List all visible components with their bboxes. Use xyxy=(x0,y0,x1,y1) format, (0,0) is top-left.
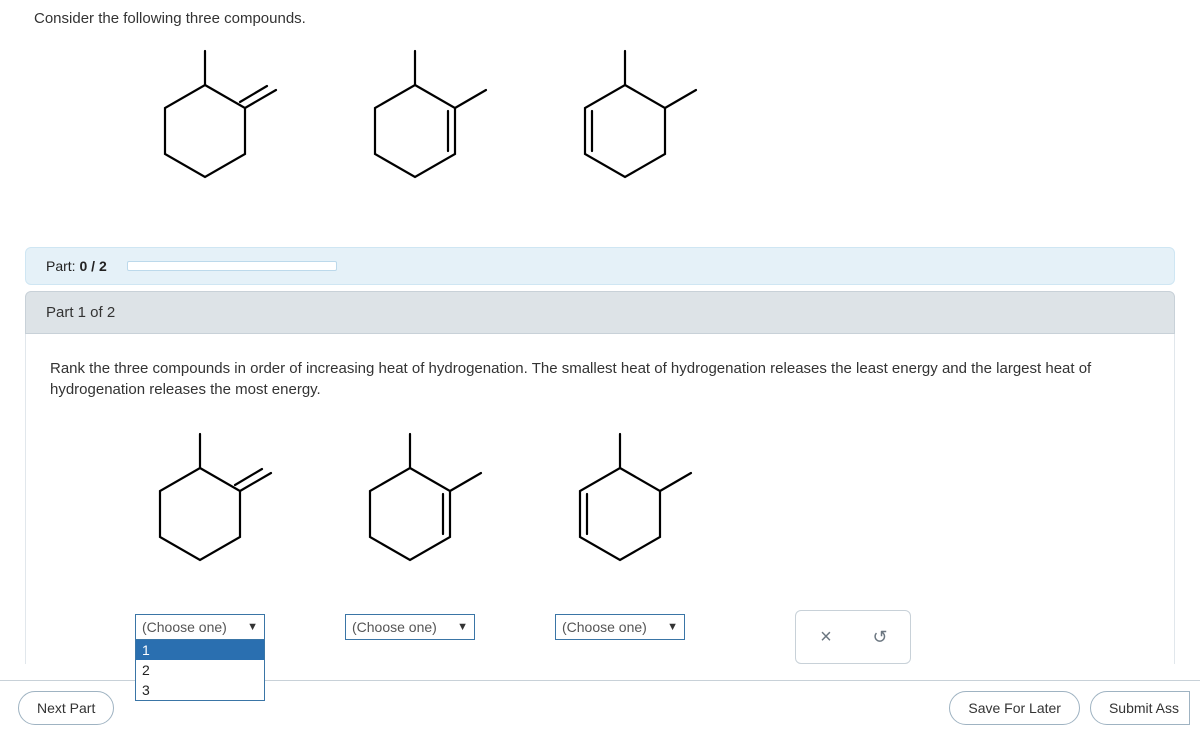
reset-icon: ↺ xyxy=(872,627,887,648)
rank-select-1-dropdown: 1 2 3 xyxy=(135,640,265,701)
submit-assignment-button[interactable]: Submit Ass xyxy=(1090,691,1190,725)
compounds-row-top xyxy=(0,27,1200,237)
save-for-later-button[interactable]: Save For Later xyxy=(949,691,1080,725)
progress-label: Part: 0 / 2 xyxy=(46,258,107,274)
compound-1-answer xyxy=(115,420,285,590)
compounds-row-answer xyxy=(50,410,1150,620)
compound-2-answer xyxy=(325,420,495,590)
rank-option-2[interactable]: 2 xyxy=(136,660,264,680)
part-progress-bar: Part: 0 / 2 xyxy=(25,247,1175,285)
compound-2 xyxy=(330,37,500,207)
rank-select-1-placeholder: (Choose one) xyxy=(142,619,227,635)
part-header: Part 1 of 2 xyxy=(25,291,1175,334)
close-icon: × xyxy=(820,626,832,649)
caret-down-icon: ▼ xyxy=(457,621,468,633)
rank-option-1[interactable]: 1 xyxy=(136,640,264,660)
footer-right: Save For Later Submit Ass xyxy=(949,691,1190,725)
part-body: Rank the three compounds in order of inc… xyxy=(25,334,1175,664)
compound-1 xyxy=(120,37,290,207)
reset-button[interactable]: ↺ xyxy=(868,625,892,649)
rank-select-1[interactable]: (Choose one) ▼ xyxy=(135,614,265,640)
question-stem: Consider the following three compounds. xyxy=(0,0,1200,27)
compound-3 xyxy=(540,37,710,207)
rank-select-3-placeholder: (Choose one) xyxy=(562,619,647,635)
compound-3-answer xyxy=(535,420,705,590)
answer-tools: × ↺ xyxy=(795,610,911,664)
caret-down-icon: ▼ xyxy=(667,621,678,633)
rank-select-2[interactable]: (Choose one) ▼ xyxy=(345,614,475,640)
clear-button[interactable]: × xyxy=(814,625,838,649)
question-prompt: Rank the three compounds in order of inc… xyxy=(50,358,1150,400)
caret-down-icon: ▼ xyxy=(247,621,258,633)
progress-track xyxy=(127,261,337,271)
rank-select-2-wrap: (Choose one) ▼ xyxy=(345,614,475,640)
rank-select-1-wrap: (Choose one) ▼ 1 2 3 xyxy=(135,614,265,640)
rank-select-3-wrap: (Choose one) ▼ xyxy=(555,614,685,640)
rank-select-3[interactable]: (Choose one) ▼ xyxy=(555,614,685,640)
rank-select-2-placeholder: (Choose one) xyxy=(352,619,437,635)
answer-selects-row: (Choose one) ▼ 1 2 3 (Choose one) ▼ xyxy=(50,614,1150,664)
next-part-button[interactable]: Next Part xyxy=(18,691,114,725)
rank-option-3[interactable]: 3 xyxy=(136,680,264,700)
